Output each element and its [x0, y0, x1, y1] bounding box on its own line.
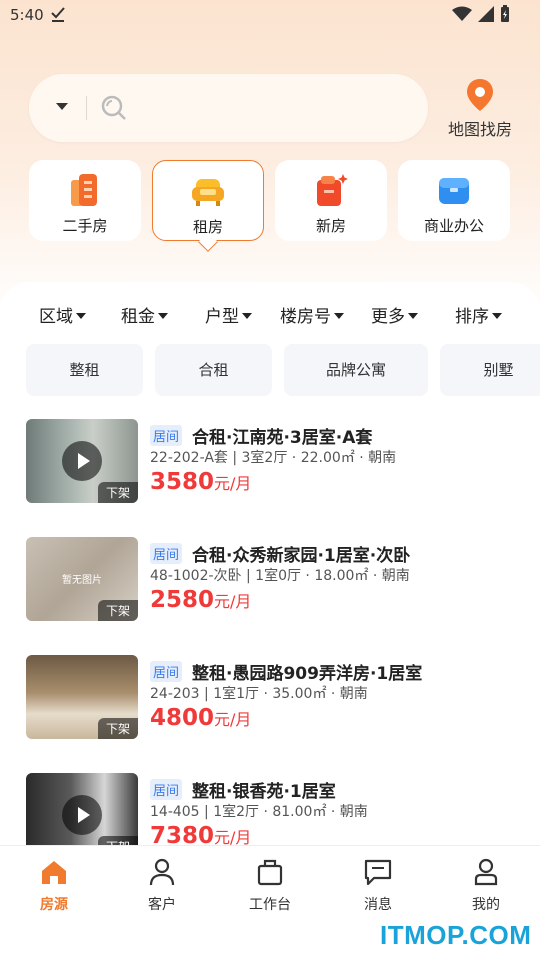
building-icon: [71, 174, 97, 206]
price-unit: 元/月: [214, 474, 252, 493]
tag-brand-apartment[interactable]: 品牌公寓: [284, 344, 428, 396]
listing-item[interactable]: 暂无图片 下架 居间 合租·众秀新家园·1居室·次卧 48-1002-次卧 | …: [0, 537, 540, 627]
listing-item[interactable]: 下架 居间 整租·愚园路909弄洋房·1居室 24-203 | 1室1厅 · 3…: [0, 655, 540, 745]
download-done-icon: [51, 7, 65, 22]
sofa-icon: [192, 179, 224, 206]
thumbnail-badge: 下架: [97, 718, 138, 739]
bottom-tab-bar: 房源 客户 工作台 消息 我的: [0, 845, 540, 925]
listing-meta: 48-1002-次卧 | 1室0厅 · 18.00㎡ · 朝南: [150, 568, 410, 584]
profile-icon: [474, 858, 498, 886]
filter-label: 租金: [121, 307, 155, 327]
wifi-icon: [452, 6, 472, 21]
tab-label: 工作台: [249, 897, 291, 913]
category-second-hand[interactable]: 二手房: [29, 160, 141, 241]
listing-price: 2580元/月: [150, 587, 251, 613]
listing-badge: 居间: [150, 661, 183, 682]
tag-shared-rent[interactable]: 合租: [155, 344, 272, 396]
tag-villa[interactable]: 别墅: [440, 344, 540, 396]
filter-building[interactable]: 楼房号: [280, 302, 344, 327]
search-icon[interactable]: [101, 95, 127, 121]
listing-thumbnail: 下架: [26, 419, 138, 503]
category-label: 新房: [315, 217, 346, 235]
filter-label: 排序: [455, 307, 489, 327]
play-icon[interactable]: [62, 795, 102, 835]
status-time: 5:40: [10, 6, 44, 24]
listing-meta: 22-202-A套 | 3室2厅 · 22.00㎡ · 朝南: [150, 450, 397, 466]
filter-label: 更多: [371, 307, 405, 327]
tab-label: 房源: [40, 897, 68, 913]
listing-thumbnail: 暂无图片 下架: [26, 537, 138, 621]
office-icon: [439, 178, 469, 204]
briefcase-icon: [257, 859, 283, 886]
listing-badge: 居间: [150, 425, 183, 446]
listing-title: 整租·银香苑·1居室: [192, 782, 336, 802]
filter-area[interactable]: 区域: [39, 302, 86, 327]
caret-down-icon: [408, 313, 418, 319]
play-icon[interactable]: [62, 441, 102, 481]
listing-price: 3580元/月: [150, 469, 251, 495]
caret-down-icon: [76, 313, 86, 319]
thumbnail-badge: 下架: [97, 482, 138, 503]
map-search-label: 地图找房: [447, 120, 512, 139]
listing-badge: 居间: [150, 779, 183, 800]
search-divider: [86, 96, 87, 120]
status-bar: 5:40: [0, 0, 540, 32]
listing-item[interactable]: 下架 居间 合租·江南苑·3居室·A套 22-202-A套 | 3室2厅 · 2…: [0, 419, 540, 509]
tab-messages[interactable]: 消息: [338, 858, 418, 914]
category-new-house[interactable]: 新房: [275, 160, 387, 241]
listing-meta: 14-405 | 1室2厅 · 81.00㎡ · 朝南: [150, 804, 368, 820]
filter-layout[interactable]: 户型: [205, 302, 252, 327]
tab-label: 我的: [472, 897, 500, 913]
category-label: 商业办公: [423, 217, 484, 235]
caret-down-icon: [158, 313, 168, 319]
tab-listings[interactable]: 房源: [14, 858, 94, 914]
category-rent[interactable]: 租房: [152, 160, 264, 252]
location-pin-icon: [467, 79, 493, 111]
new-house-icon: [317, 174, 348, 206]
caret-down-icon: [492, 313, 502, 319]
map-search-button[interactable]: 地图找房: [440, 78, 520, 142]
tab-customers[interactable]: 客户: [122, 858, 202, 914]
price-unit: 元/月: [214, 592, 252, 611]
listing-title: 合租·众秀新家园·1居室·次卧: [192, 546, 411, 566]
signal-icon: [478, 6, 494, 22]
home-icon: [42, 861, 66, 884]
listing-title: 整租·愚园路909弄洋房·1居室: [192, 664, 423, 684]
tab-label: 客户: [148, 897, 176, 913]
no-image-text: 暂无图片: [62, 575, 102, 586]
filter-sort[interactable]: 排序: [455, 302, 502, 327]
caret-down-icon: [242, 313, 252, 319]
listing-title: 合租·江南苑·3居室·A套: [192, 428, 373, 448]
tab-label: 消息: [364, 897, 392, 913]
filter-label: 楼房号: [280, 307, 331, 327]
listing-meta: 24-203 | 1室1厅 · 35.00㎡ · 朝南: [150, 686, 368, 702]
listing-thumbnail: 下架: [26, 655, 138, 739]
listing-price: 4800元/月: [150, 705, 251, 731]
price-value: 2580: [150, 587, 215, 613]
price-unit: 元/月: [214, 710, 252, 729]
tab-profile[interactable]: 我的: [446, 858, 526, 914]
tag-whole-rent[interactable]: 整租: [26, 344, 143, 396]
listing-badge: 居间: [150, 543, 183, 564]
search-box[interactable]: [29, 74, 428, 142]
filter-label: 户型: [205, 307, 239, 327]
price-value: 3580: [150, 469, 215, 495]
status-icons: [452, 5, 510, 23]
price-value: 4800: [150, 705, 215, 731]
filter-more[interactable]: 更多: [371, 302, 418, 327]
filter-rent[interactable]: 租金: [121, 302, 168, 327]
category-label: 二手房: [62, 217, 108, 235]
category-commercial[interactable]: 商业办公: [398, 160, 510, 241]
battery-icon: [501, 5, 509, 22]
person-icon: [149, 858, 175, 886]
tab-workbench[interactable]: 工作台: [230, 858, 310, 914]
search-scope-dropdown[interactable]: [56, 103, 68, 110]
caret-down-icon: [334, 313, 344, 319]
watermark-text: ITMOP.COM: [380, 920, 532, 950]
thumbnail-badge: 下架: [97, 600, 138, 621]
filter-label: 区域: [39, 307, 73, 327]
message-icon: [364, 859, 392, 886]
